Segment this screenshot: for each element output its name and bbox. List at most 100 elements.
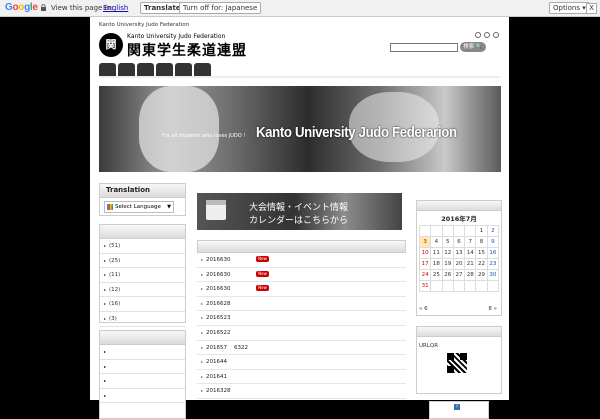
news-date: 2016630 <box>206 271 231 278</box>
calendar-next-link[interactable]: 8 » <box>488 306 497 312</box>
calendar-day[interactable]: 20 <box>452 258 466 270</box>
search-input[interactable] <box>390 43 458 52</box>
calendar-day[interactable]: 31 <box>418 280 432 292</box>
calendar-day[interactable]: 22 <box>475 258 488 270</box>
news-item[interactable]: ▸ 201657 6322 <box>197 341 406 356</box>
category-item[interactable]: ▸ (3) <box>100 312 185 327</box>
calendar-day[interactable]: 26 <box>441 269 454 281</box>
calendar-day[interactable]: 28 <box>464 269 477 281</box>
category-item[interactable]: ▸ (12) <box>100 283 185 298</box>
calendar-day[interactable]: 17 <box>418 258 432 270</box>
calendar-day[interactable]: 21 <box>464 258 477 270</box>
calendar-day[interactable]: 4 <box>430 236 443 248</box>
calendar-day[interactable]: 12 <box>441 247 454 259</box>
calendar-day[interactable]: 25 <box>430 269 443 281</box>
category-count: (3) <box>109 315 117 322</box>
archive-item[interactable]: ▸ <box>100 389 185 404</box>
category-item[interactable]: ▸ (51) <box>100 239 185 254</box>
qr-header <box>417 327 501 337</box>
archive-item[interactable]: ▸ <box>100 345 185 360</box>
calendar-day[interactable]: 19 <box>441 258 454 270</box>
calendar-header <box>417 201 501 211</box>
calendar-day[interactable]: 1 <box>475 225 488 237</box>
calendar-week: 24 25 26 27 28 29 30 <box>418 269 500 281</box>
news-item[interactable]: ▸ 2016630 New <box>197 268 406 283</box>
close-icon[interactable]: X <box>586 3 597 14</box>
news-item[interactable]: ▸ 2016523 <box>197 311 406 326</box>
calendar-nav: « 6 8 » <box>419 306 499 312</box>
event-calendar-banner[interactable]: 大会情報・イベント情報 カレンダーはこちらから <box>197 193 402 230</box>
calendar-day[interactable]: 27 <box>452 269 466 281</box>
calendar-day[interactable]: 29 <box>475 269 488 281</box>
arrow-icon: ▸ <box>201 300 204 306</box>
circle-icon[interactable] <box>493 32 499 38</box>
calendar-day[interactable]: 15 <box>475 247 488 259</box>
calendar-day <box>464 225 477 237</box>
logo-japanese: 関東学生柔道連盟 <box>127 43 247 59</box>
qr-code-icon <box>447 353 467 373</box>
site-logo[interactable]: 関 Kanto University Judo Federation 関東学生柔… <box>99 32 259 59</box>
turn-off-button[interactable]: Turn off for: Japanese <box>179 2 262 14</box>
nav-divider <box>99 76 500 78</box>
nav-tab[interactable] <box>99 63 116 76</box>
nav-tab[interactable] <box>175 63 192 76</box>
news-item[interactable]: ▸ 2016328 <box>197 384 406 399</box>
news-date: 2016630 <box>206 257 231 263</box>
calendar-title: 2016年7月 <box>441 215 477 223</box>
calendar-day[interactable]: 18 <box>430 258 443 270</box>
nav-tab[interactable] <box>156 63 173 76</box>
search-button[interactable]: 検索 🔍 <box>460 42 486 52</box>
translate-button[interactable]: Translate <box>140 2 185 14</box>
translate-bar: Google View this page in: English Transl… <box>0 0 600 17</box>
arrow-icon: ▸ <box>104 315 107 321</box>
news-item[interactable]: ▸ 201644 <box>197 355 406 370</box>
options-button[interactable]: Options ▾ <box>549 2 590 14</box>
news-date: 2016628 <box>206 300 231 307</box>
nav-tab[interactable] <box>194 63 211 76</box>
category-list: ▸ (51) ▸ (25) ▸ (11) ▸ (12) ▸ (16) ▸ (3) <box>100 239 185 327</box>
news-item[interactable]: ▸ 2016522 <box>197 326 406 341</box>
calendar-day <box>486 280 500 292</box>
calendar-day[interactable]: 8 <box>475 236 488 248</box>
event-banner-line2: カレンダーはこちらから <box>249 216 349 226</box>
news-item[interactable]: ▸ 2016630 New <box>197 282 406 297</box>
circle-icon[interactable] <box>484 32 490 38</box>
category-item[interactable]: ▸ (25) <box>100 254 185 269</box>
news-item[interactable]: ▸ 2016630 New <box>197 253 406 268</box>
calendar-day[interactable]: 7 <box>464 236 477 248</box>
calendar-day[interactable]: 30 <box>486 269 500 281</box>
calendar-day[interactable]: 14 <box>464 247 477 259</box>
category-count: (51) <box>109 243 121 249</box>
calendar-day[interactable]: 10 <box>418 247 432 259</box>
news-item[interactable]: ▸ 201641 <box>197 370 406 385</box>
calendar-day[interactable]: 13 <box>452 247 466 259</box>
calendar-day[interactable]: 9 <box>486 236 500 248</box>
arrow-icon: ▸ <box>201 373 204 379</box>
calendar-day <box>452 225 466 237</box>
calendar-prev-link[interactable]: « 6 <box>419 306 428 312</box>
calendar-day[interactable]: 2 <box>486 225 500 237</box>
archive-item[interactable]: ▸ <box>100 374 185 389</box>
calendar-day[interactable]: 5 <box>441 236 454 248</box>
calendar-day <box>475 280 488 292</box>
qr-label: URLQR <box>419 343 439 349</box>
archive-item[interactable]: ▸ <box>100 360 185 375</box>
category-item[interactable]: ▸ (16) <box>100 297 185 312</box>
news-date: 2016522 <box>206 329 231 336</box>
calendar-day[interactable]: 6 <box>452 236 466 248</box>
font-size-controls <box>472 23 499 42</box>
calendar-week: 3456789 <box>418 236 500 248</box>
category-item[interactable]: ▸ (11) <box>100 268 185 283</box>
calendar-day[interactable]: 3 <box>418 236 432 248</box>
calendar-day[interactable]: 16 <box>486 247 500 259</box>
calendar-day[interactable]: 11 <box>430 247 443 259</box>
calendar-day[interactable]: 23 <box>486 258 500 270</box>
circle-icon[interactable] <box>475 32 481 38</box>
calendar-day[interactable]: 24 <box>418 269 432 281</box>
nav-tab[interactable] <box>137 63 154 76</box>
nav-tab[interactable] <box>118 63 135 76</box>
language-select[interactable]: Select Language ▼ <box>104 201 174 213</box>
calendar-day <box>441 280 454 292</box>
language-link[interactable]: English <box>103 4 128 12</box>
news-item[interactable]: ▸ 2016628 <box>197 297 406 312</box>
